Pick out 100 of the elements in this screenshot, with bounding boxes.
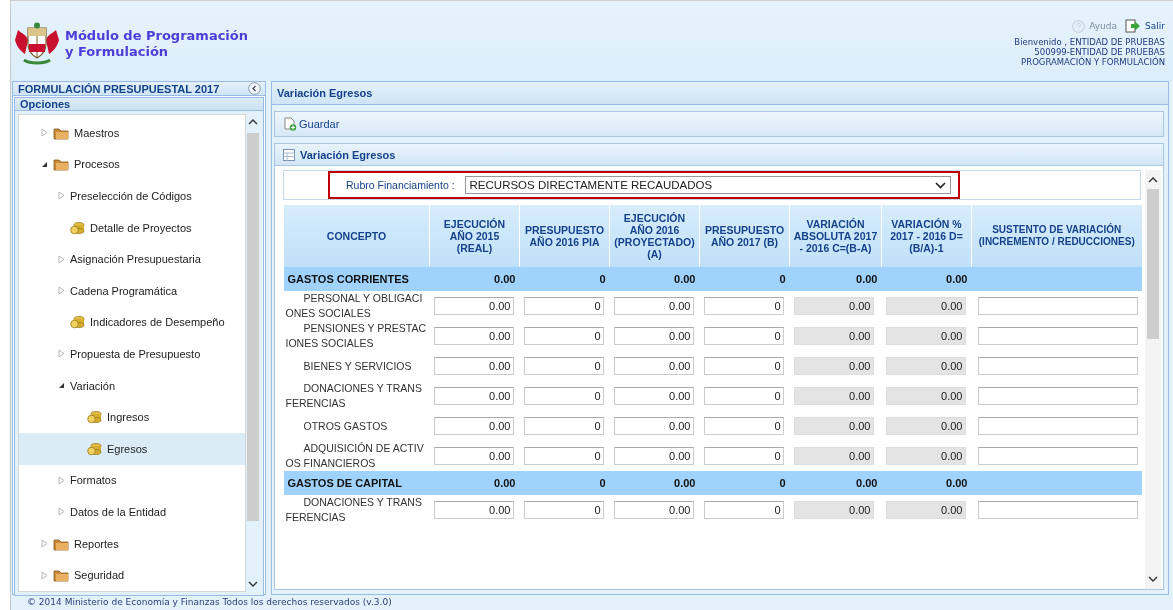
grid-icon (283, 148, 295, 161)
exit-link[interactable]: Salir (1125, 19, 1165, 33)
amount-field[interactable]: 0.00 (433, 357, 514, 375)
amount-field[interactable]: 0 (523, 417, 604, 435)
note-field[interactable] (977, 501, 1138, 519)
note-field[interactable] (977, 447, 1138, 465)
note-field[interactable] (977, 327, 1138, 345)
tree-item[interactable]: Asignación Presupuestaria (19, 243, 245, 275)
column-header: PRESUPUESTO AÑO 2016 PIA (519, 205, 610, 267)
tree-item[interactable]: Variación (19, 369, 245, 402)
computed-field[interactable]: 0.00 (885, 447, 966, 465)
concept-label: BIENES Y SERVICIOS (302, 358, 413, 374)
section-title: Variación Egresos (300, 148, 396, 161)
amount-field[interactable]: 0.00 (433, 327, 514, 345)
amount-field[interactable]: 0.00 (433, 447, 514, 465)
table-cell: 0.00 (881, 267, 972, 291)
amount-field[interactable]: 0 (523, 447, 604, 465)
column-header: EJECUCIÓN AÑO 2016 (PROYECTADO) (A) (609, 205, 700, 267)
amount-field[interactable]: 0.00 (613, 417, 694, 435)
note-field[interactable] (977, 417, 1138, 435)
scroll-up-icon[interactable] (248, 118, 258, 125)
computed-field[interactable]: 0.00 (793, 501, 874, 519)
collapsed-arrow-icon[interactable] (58, 507, 65, 517)
amount-field[interactable]: 0 (703, 357, 784, 375)
save-button[interactable]: Guardar (281, 115, 342, 133)
table-cell: GASTOS CORRIENTES (283, 267, 430, 291)
computed-field[interactable]: 0.00 (793, 297, 874, 315)
amount-field[interactable]: 0.00 (433, 501, 514, 519)
tree-item[interactable]: Cadena Programática (19, 274, 245, 307)
collapsed-arrow-icon[interactable] (58, 349, 65, 359)
tree-item[interactable]: Preselección de Códigos (19, 180, 245, 212)
coat-of-arms-logo (14, 22, 60, 66)
amount-field[interactable]: 0 (703, 297, 784, 315)
funding-dropdown[interactable]: RECURSOS DIRECTAMENTE RECAUDADOS (464, 176, 951, 194)
tree-item[interactable]: Reportes (19, 527, 245, 560)
collapsed-arrow-icon[interactable] (58, 286, 65, 296)
note-field[interactable] (977, 297, 1138, 315)
expanded-arrow-icon[interactable] (58, 382, 65, 390)
tree-item[interactable]: Maestros (19, 117, 245, 149)
computed-field[interactable]: 0.00 (885, 357, 966, 375)
scroll-down-icon[interactable] (248, 580, 258, 588)
table-cell: 0 (519, 267, 610, 291)
amount-field[interactable]: 0 (703, 387, 784, 405)
computed-field[interactable]: 0.00 (885, 297, 966, 315)
computed-field[interactable]: 0.00 (885, 501, 966, 519)
computed-field[interactable]: 0.00 (793, 387, 874, 405)
tree-item[interactable]: Indicadores de Desempeño (19, 306, 245, 339)
amount-field[interactable]: 0 (703, 501, 784, 519)
tree-item[interactable]: Ingresos (19, 401, 245, 433)
amount-field[interactable]: 0 (523, 297, 604, 315)
column-header: EJECUCIÓN AÑO 2015 (REAL) (429, 205, 520, 267)
collapsed-arrow-icon[interactable] (58, 191, 65, 201)
note-field[interactable] (977, 387, 1138, 405)
note-field[interactable] (977, 357, 1138, 375)
collapse-icon[interactable] (248, 82, 261, 95)
scroll-up-icon[interactable] (1148, 176, 1158, 183)
amount-field[interactable]: 0 (523, 357, 604, 375)
computed-field[interactable]: 0.00 (793, 327, 874, 345)
amount-field[interactable]: 0 (523, 327, 604, 345)
amount-field[interactable]: 0 (703, 447, 784, 465)
amount-field[interactable]: 0 (523, 501, 604, 519)
app-title: Módulo de Programación y Formulación (65, 28, 249, 60)
tree-item[interactable]: Propuesta de Presupuesto (19, 338, 245, 370)
collapsed-arrow-icon[interactable] (41, 539, 48, 548)
scrollbar[interactable] (1145, 170, 1161, 589)
amount-field[interactable]: 0.00 (433, 387, 514, 405)
table-cell: 0.00 (789, 267, 882, 291)
concept-label: DONACIONES Y TRANSFERENCIAS (285, 495, 423, 525)
collapsed-arrow-icon[interactable] (58, 475, 65, 485)
amount-field[interactable]: 0.00 (613, 387, 694, 405)
folder-icon (53, 125, 69, 140)
tree-item[interactable]: Formatos (19, 464, 245, 497)
scroll-down-icon[interactable] (1148, 576, 1158, 583)
collapsed-arrow-icon[interactable] (41, 570, 48, 580)
computed-field[interactable]: 0.00 (885, 417, 966, 435)
amount-field[interactable]: 0.00 (433, 297, 514, 315)
amount-field[interactable]: 0 (523, 387, 604, 405)
computed-field[interactable]: 0.00 (793, 357, 874, 375)
amount-field[interactable]: 0.00 (613, 297, 694, 315)
amount-field[interactable]: 0.00 (613, 357, 694, 375)
expanded-arrow-icon[interactable] (41, 160, 48, 168)
tree-item[interactable]: Egresos (19, 432, 245, 465)
amount-field[interactable]: 0.00 (433, 417, 514, 435)
computed-field[interactable]: 0.00 (885, 327, 966, 345)
collapsed-arrow-icon[interactable] (41, 128, 48, 138)
concept-label: PERSONAL Y OBLIGACIONES SOCIALES (285, 291, 424, 321)
amount-field[interactable]: 0.00 (613, 447, 694, 465)
amount-field[interactable]: 0.00 (613, 501, 694, 519)
computed-field[interactable]: 0.00 (793, 447, 874, 465)
amount-field[interactable]: 0 (703, 327, 784, 345)
coin-stack-icon (70, 220, 85, 235)
amount-field[interactable]: 0.00 (613, 327, 694, 345)
tree-item[interactable]: Datos de la Entidad (19, 496, 245, 528)
computed-field[interactable]: 0.00 (885, 387, 966, 405)
tree-item[interactable]: Detalle de Proyectos (19, 211, 245, 244)
computed-field[interactable]: 0.00 (793, 417, 874, 435)
tree-item[interactable]: Procesos (19, 148, 245, 181)
amount-field[interactable]: 0 (703, 417, 784, 435)
collapsed-arrow-icon[interactable] (58, 254, 65, 264)
tree-item[interactable]: Seguridad (19, 559, 245, 591)
